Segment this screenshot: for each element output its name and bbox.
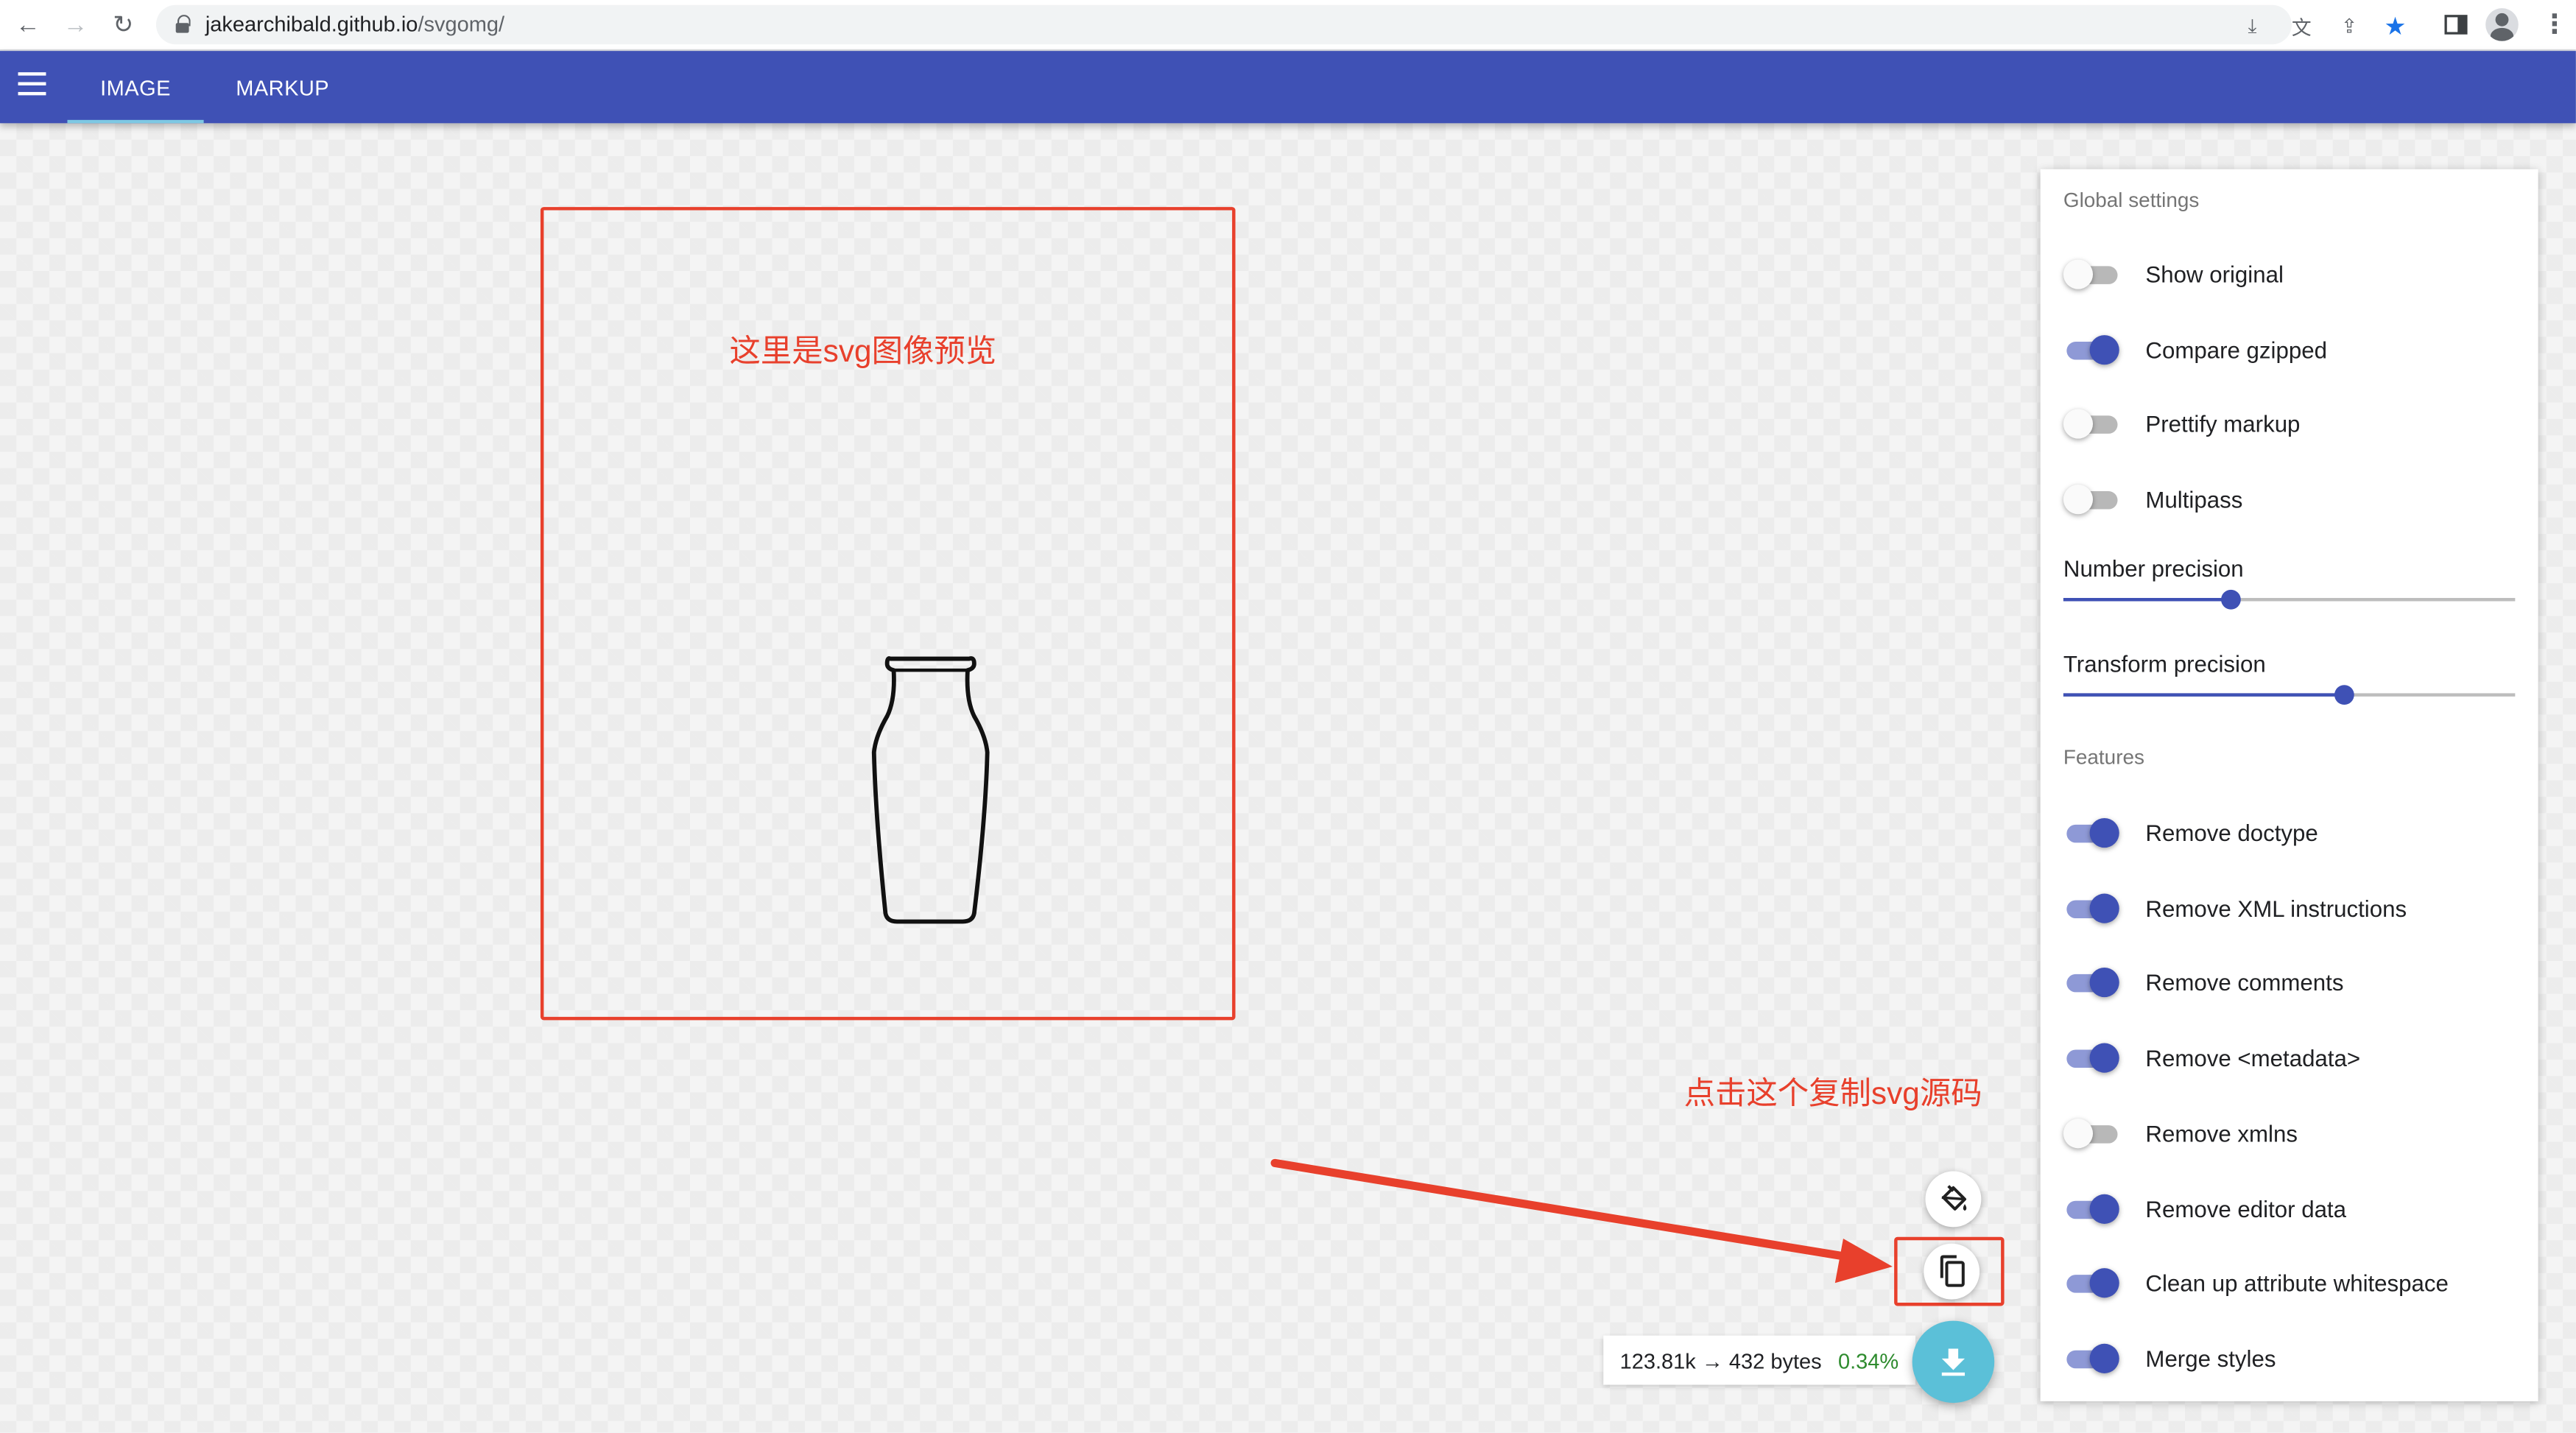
hamburger-menu-icon[interactable] <box>18 72 46 96</box>
toggle-thumb <box>2089 1043 2119 1073</box>
feature-setting-row[interactable]: Remove xmlns <box>2063 1116 2524 1149</box>
slider-fill <box>2063 692 2344 696</box>
app-bar: IMAGE MARKUP <box>0 51 2576 124</box>
feature-setting-row[interactable]: Remove doctype <box>2063 817 2524 850</box>
tab-image-label: IMAGE <box>100 74 171 99</box>
url-text: jakearchibald.github.io/svgomg/ <box>205 12 504 36</box>
feature-setting-label: Remove xmlns <box>2145 1119 2298 1147</box>
toggle-thumb <box>2063 1118 2094 1148</box>
url-domain: jakearchibald.github.io <box>205 11 418 37</box>
lock-icon <box>175 15 191 33</box>
global-setting-label: Multipass <box>2145 486 2243 513</box>
download-button[interactable] <box>1912 1320 1995 1404</box>
bookmark-star-icon[interactable]: ★ <box>2382 13 2409 41</box>
slider-knob[interactable] <box>2220 589 2241 610</box>
precision-slider[interactable] <box>2063 589 2516 610</box>
profile-avatar-icon[interactable] <box>2485 8 2519 41</box>
slider-knob[interactable] <box>2333 684 2354 704</box>
toggle-thumb <box>2089 334 2119 365</box>
reload-icon[interactable]: ↻ <box>105 7 141 43</box>
global-setting-row[interactable]: Prettify markup <box>2063 408 2524 441</box>
toggle-switch[interactable] <box>2063 817 2119 850</box>
svg-vase-preview <box>871 656 990 924</box>
feature-setting-row[interactable]: Remove <metadata> <box>2063 1042 2524 1075</box>
size-stats-text: 123.81k → 432 bytes <box>1619 1348 1822 1373</box>
copy-button[interactable] <box>1924 1243 1980 1300</box>
feature-setting-label: Clean up attribute whitespace <box>2145 1270 2449 1297</box>
toggle-switch[interactable] <box>2063 1342 2119 1375</box>
global-setting-row[interactable]: Compare gzipped <box>2063 333 2524 366</box>
more-vert-icon[interactable]: ⋮ <box>2538 8 2572 41</box>
feature-setting-label: Merge styles <box>2145 1345 2276 1372</box>
feature-setting-row[interactable]: Merge styles <box>2063 1342 2524 1375</box>
toggle-switch[interactable] <box>2063 333 2119 366</box>
toggle-switch[interactable] <box>2063 1116 2119 1149</box>
global-setting-row[interactable]: Multipass <box>2063 483 2524 516</box>
precision-slider[interactable] <box>2063 684 2516 704</box>
toggle-switch[interactable] <box>2063 408 2119 441</box>
global-setting-label: Compare gzipped <box>2145 336 2327 363</box>
url-path: /svgomg/ <box>418 11 505 37</box>
forward-arrow-icon[interactable]: → <box>57 7 94 43</box>
side-panel-glyph <box>2444 15 2468 35</box>
toggle-thumb <box>2089 1193 2119 1223</box>
download-icon <box>1941 1348 1966 1376</box>
toggle-thumb <box>2089 1343 2119 1373</box>
feature-setting-label: Remove doctype <box>2145 820 2318 846</box>
copy-icon <box>1940 1255 1965 1287</box>
feature-setting-label: Remove editor data <box>2145 1194 2347 1222</box>
toggle-thumb <box>2089 968 2119 998</box>
paint-bucket-button[interactable] <box>1925 1171 1982 1228</box>
back-arrow-icon[interactable]: ← <box>10 7 46 43</box>
app-root: ← → ↻ jakearchibald.github.io/svgomg/ ⤓ … <box>0 0 2576 1433</box>
share-icon[interactable]: ⇪ <box>2336 13 2362 40</box>
feature-setting-row[interactable]: Remove editor data <box>2063 1191 2524 1225</box>
slider-fill <box>2063 598 2231 602</box>
tab-image[interactable]: IMAGE <box>67 51 204 124</box>
feature-setting-row[interactable]: Remove comments <box>2063 967 2524 1000</box>
translate-icon[interactable]: 文 <box>2289 13 2315 40</box>
feature-setting-row[interactable]: Remove XML instructions <box>2063 892 2524 925</box>
paint-bucket-icon <box>1941 1185 1967 1211</box>
feature-setting-label: Remove comments <box>2145 970 2344 996</box>
feature-setting-row[interactable]: Clean up attribute whitespace <box>2063 1267 2524 1300</box>
feature-setting-label: Remove XML instructions <box>2145 895 2407 921</box>
settings-panel: Global settings Show original Compare gzi… <box>2040 169 2538 1401</box>
browser-toolbar: ← → ↻ jakearchibald.github.io/svgomg/ ⤓ … <box>0 0 2576 52</box>
toggle-switch[interactable] <box>2063 1191 2119 1225</box>
toggle-thumb <box>2089 817 2119 848</box>
install-app-icon[interactable]: ⤓ <box>2239 13 2266 40</box>
toggle-switch[interactable] <box>2063 967 2119 1000</box>
global-setting-label: Show original <box>2145 261 2284 288</box>
toggle-thumb <box>2063 485 2094 515</box>
side-panel-icon[interactable] <box>2440 8 2473 41</box>
toggle-thumb <box>2063 259 2094 289</box>
tab-markup[interactable]: MARKUP <box>217 51 348 123</box>
toggle-switch[interactable] <box>2063 483 2119 516</box>
size-stats-percent: 0.34% <box>1837 1348 1899 1373</box>
size-stats: 123.81k → 432 bytes 0.34% <box>1603 1335 1916 1385</box>
tab-markup-label: MARKUP <box>236 74 330 99</box>
copy-annotation: 点击这个复制svg源码 <box>1683 1077 1982 1113</box>
slider-label: Number precision <box>2063 555 2244 582</box>
preview-annotation: 这里是svg图像预览 <box>729 335 997 370</box>
toggle-thumb <box>2089 1268 2119 1298</box>
global-setting-label: Prettify markup <box>2145 411 2301 438</box>
features-title: Features <box>2063 745 2144 770</box>
toggle-thumb <box>2089 892 2119 923</box>
feature-setting-label: Remove <metadata> <box>2145 1044 2361 1071</box>
toggle-switch[interactable] <box>2063 258 2119 291</box>
toggle-switch[interactable] <box>2063 1042 2119 1075</box>
toggle-thumb <box>2063 409 2094 440</box>
toggle-switch[interactable] <box>2063 1267 2119 1300</box>
global-setting-row[interactable]: Show original <box>2063 258 2524 291</box>
slider-label: Transform precision <box>2063 649 2266 676</box>
global-settings-title: Global settings <box>2063 189 2200 212</box>
address-bar[interactable]: jakearchibald.github.io/svgomg/ ⤓ 文 ⇪ ★ <box>155 4 2406 45</box>
toggle-switch[interactable] <box>2063 892 2119 925</box>
